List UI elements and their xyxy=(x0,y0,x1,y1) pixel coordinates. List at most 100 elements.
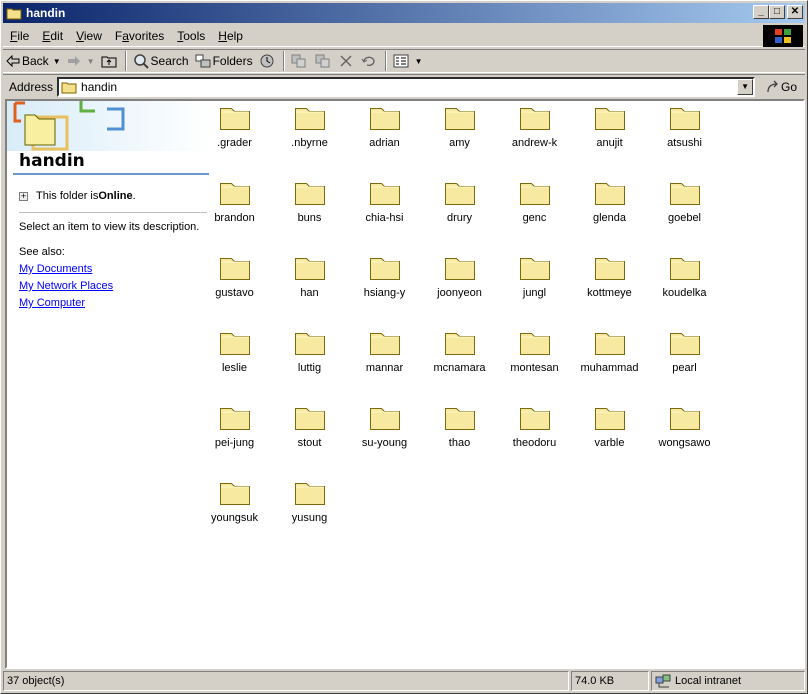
folder-icon xyxy=(647,328,722,356)
menu-tools[interactable]: Tools xyxy=(171,29,211,43)
go-button[interactable]: Go xyxy=(765,79,797,95)
folder-item[interactable]: drury xyxy=(422,178,497,224)
forward-button[interactable]: ▼ xyxy=(64,50,98,72)
delete-icon xyxy=(340,55,352,67)
close-button[interactable]: ✕ xyxy=(787,5,803,19)
folder-item[interactable]: chia-hsi xyxy=(347,178,422,224)
folder-item[interactable]: han xyxy=(272,253,347,299)
folder-item[interactable]: mcnamara xyxy=(422,328,497,374)
move-to-button[interactable] xyxy=(288,50,312,72)
folder-item[interactable]: kottmeye xyxy=(572,253,647,299)
folder-item[interactable]: montesan xyxy=(497,328,572,374)
folder-icon xyxy=(272,403,347,431)
folder-item[interactable]: mannar xyxy=(347,328,422,374)
folder-item[interactable]: gustavo xyxy=(197,253,272,299)
folders-button[interactable]: Folders xyxy=(192,50,256,72)
maximize-button[interactable]: □ xyxy=(769,5,785,19)
address-input[interactable]: handin ▼ xyxy=(57,76,756,97)
delete-button[interactable] xyxy=(336,50,358,72)
standard-toolbar: Back ▼ ▼ Search Folders ▼ xyxy=(3,49,805,73)
folder-item[interactable]: anujit xyxy=(572,103,647,149)
undo-button[interactable] xyxy=(358,50,382,72)
folder-item[interactable]: .nbyrne xyxy=(272,103,347,149)
history-button[interactable] xyxy=(256,50,280,72)
folder-icon xyxy=(647,103,722,131)
folder-banner-graphic xyxy=(7,101,211,151)
back-label: Back xyxy=(22,54,49,68)
folder-item[interactable]: buns xyxy=(272,178,347,224)
folder-name: luttig xyxy=(297,362,322,374)
menu-favorites[interactable]: Favorites xyxy=(109,29,170,43)
folder-name: hsiang-y xyxy=(363,287,406,299)
folder-name: .grader xyxy=(217,137,252,149)
folder-item[interactable]: stout xyxy=(272,403,347,449)
folder-item[interactable]: wongsawo xyxy=(647,403,722,449)
folder-item[interactable]: atsushi xyxy=(647,103,722,149)
folder-icon xyxy=(61,82,77,93)
folder-item[interactable]: hsiang-y xyxy=(347,253,422,299)
copy-to-icon xyxy=(315,54,330,68)
folder-item[interactable]: thao xyxy=(422,403,497,449)
folder-item[interactable]: theodoru xyxy=(497,403,572,449)
link-my-network-places[interactable]: My Network Places xyxy=(19,280,113,297)
menu-help[interactable]: Help xyxy=(212,29,249,43)
up-folder-button[interactable] xyxy=(98,50,122,72)
views-button[interactable]: ▼ xyxy=(390,50,426,72)
folder-view: handin + This folder is Online. Select a… xyxy=(5,99,805,669)
folder-icon xyxy=(647,253,722,281)
folder-name: glenda xyxy=(592,212,627,224)
toolbar-separator xyxy=(282,51,285,71)
pane-title: handin xyxy=(19,151,85,171)
copy-to-button[interactable] xyxy=(312,50,336,72)
menu-view[interactable]: View xyxy=(70,29,108,43)
folder-item[interactable]: koudelka xyxy=(647,253,722,299)
back-button[interactable]: Back ▼ xyxy=(3,50,64,72)
link-my-computer[interactable]: My Computer xyxy=(19,297,113,314)
menu-file[interactable]: File xyxy=(4,29,35,43)
folder-name: theodoru xyxy=(512,437,557,449)
back-dropdown-icon[interactable]: ▼ xyxy=(53,57,61,66)
description-text: Select an item to view its description. xyxy=(19,221,200,233)
folder-item[interactable]: youngsuk xyxy=(197,478,272,524)
folder-item[interactable]: brandon xyxy=(197,178,272,224)
forward-dropdown-icon[interactable]: ▼ xyxy=(87,57,95,66)
toolbar-separator xyxy=(124,51,127,71)
folder-icon xyxy=(572,403,647,431)
address-label: Address xyxy=(9,79,54,94)
minimize-button[interactable]: _ xyxy=(753,5,769,19)
folder-name: anujit xyxy=(596,137,623,149)
folder-item[interactable]: pearl xyxy=(647,328,722,374)
folder-item[interactable]: andrew-k xyxy=(497,103,572,149)
address-dropdown-button[interactable]: ▼ xyxy=(737,78,754,95)
folder-icon xyxy=(197,403,272,431)
expand-plus-icon[interactable]: + xyxy=(19,191,28,201)
search-button[interactable]: Search xyxy=(130,50,192,72)
menu-edit[interactable]: Edit xyxy=(36,29,69,43)
web-view-pane: handin + This folder is Online. Select a… xyxy=(7,101,211,667)
folder-item[interactable]: pei-jung xyxy=(197,403,272,449)
folder-name: mcnamara xyxy=(433,362,486,374)
views-dropdown-icon[interactable]: ▼ xyxy=(415,57,423,66)
folder-item[interactable]: glenda xyxy=(572,178,647,224)
folder-icon xyxy=(422,103,497,131)
folder-item[interactable]: goebel xyxy=(647,178,722,224)
link-my-documents[interactable]: My Documents xyxy=(19,263,113,280)
status-zone: Local intranet xyxy=(651,671,805,691)
move-to-icon xyxy=(291,54,306,68)
folder-item[interactable]: amy xyxy=(422,103,497,149)
folder-item[interactable]: adrian xyxy=(347,103,422,149)
folder-item[interactable]: leslie xyxy=(197,328,272,374)
folder-item[interactable]: su-young xyxy=(347,403,422,449)
folder-item[interactable]: yusung xyxy=(272,478,347,524)
folder-item[interactable]: muhammad xyxy=(572,328,647,374)
folder-icon xyxy=(197,103,272,131)
folder-item[interactable]: .grader xyxy=(197,103,272,149)
title-bar[interactable]: handin _ □ ✕ xyxy=(3,3,805,23)
folder-item[interactable]: jungl xyxy=(497,253,572,299)
folder-item[interactable]: luttig xyxy=(272,328,347,374)
folder-icon xyxy=(347,253,422,281)
folder-item[interactable]: genc xyxy=(497,178,572,224)
folder-item[interactable]: varble xyxy=(572,403,647,449)
folder-item[interactable]: joonyeon xyxy=(422,253,497,299)
undo-icon xyxy=(361,56,375,66)
